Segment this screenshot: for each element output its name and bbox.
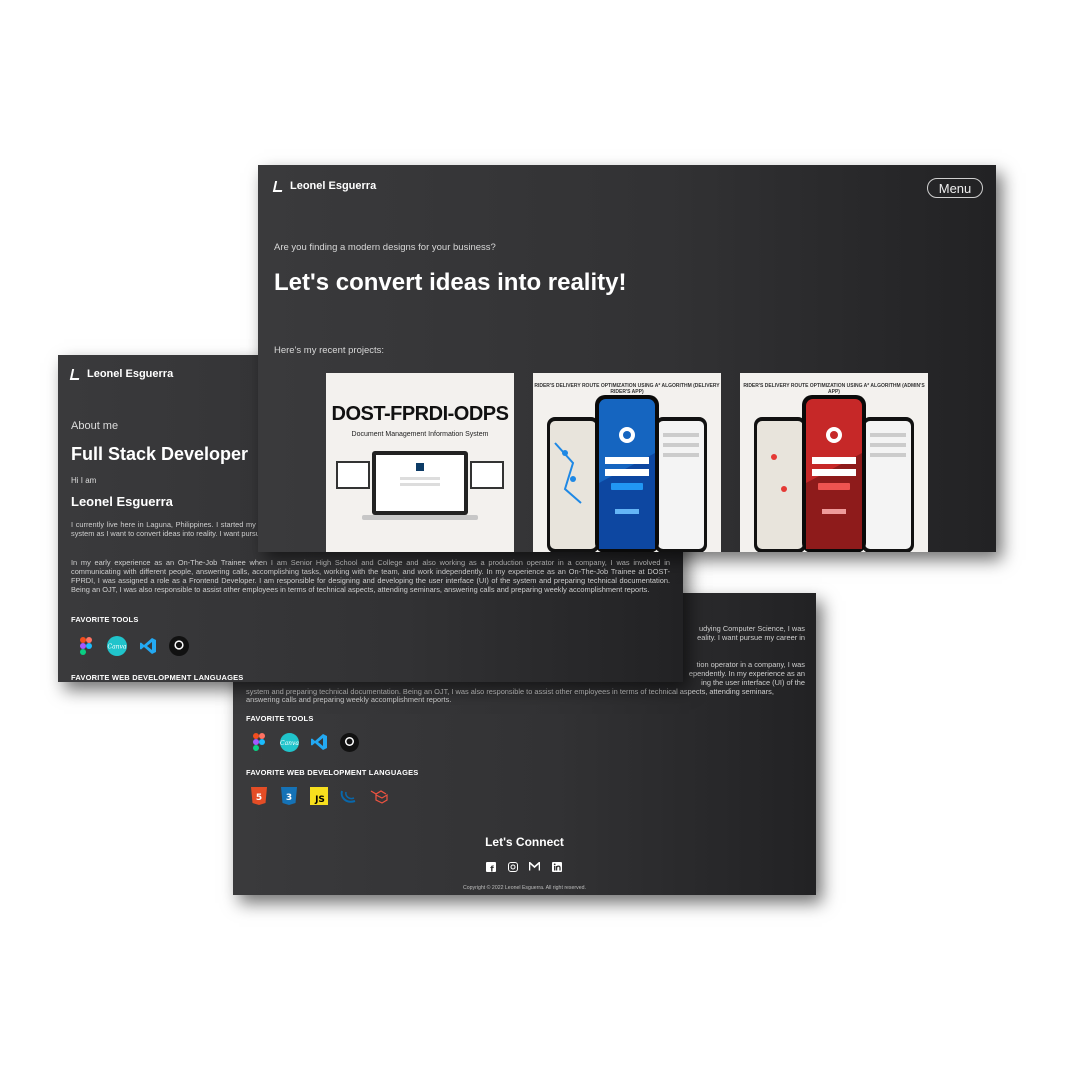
phone-mockup-illustration <box>547 395 707 552</box>
tools-icon-row: Canva <box>76 636 189 656</box>
greeting-text: Hi I am <box>71 476 97 485</box>
figma-icon <box>76 636 96 656</box>
figma-icon <box>249 732 269 752</box>
about-text-fragment: answering calls and preparing weekly acc… <box>246 695 452 704</box>
vscode-icon <box>309 732 329 752</box>
favorite-tools-heading: FAVORITE TOOLS <box>71 615 139 624</box>
projects-label: Here's my recent projects: <box>274 345 385 356</box>
lets-connect-heading: Let's Connect <box>485 835 564 849</box>
about-text-fragment: ing the user interface (UI) of the <box>701 678 805 687</box>
menu-button[interactable]: Menu <box>927 178 983 198</box>
svg-text:JS: JS <box>314 795 325 805</box>
languages-icon-row: 5 3 JS <box>249 786 389 806</box>
canva-icon: Canva <box>279 732 299 752</box>
laptop-mockup-illustration <box>336 451 504 520</box>
about-name: Leonel Esguerra <box>71 494 173 509</box>
about-text-fragment: tion operator in a company, I was <box>696 660 805 669</box>
favorite-languages-heading: FAVORITE WEB DEVELOPMENT LANGUAGES <box>71 673 244 682</box>
svg-text:f: f <box>490 864 494 872</box>
role-title: Full Stack Developer <box>71 444 249 464</box>
favorite-languages-heading: FAVORITE WEB DEVELOPMENT LANGUAGES <box>246 768 419 777</box>
brand-name: Leonel Esguerra <box>87 368 174 380</box>
canva-icon: Canva <box>107 636 127 656</box>
svg-text:3: 3 <box>286 793 292 803</box>
project-title: DOST-FPRDI-ODPS <box>331 403 509 425</box>
project-card[interactable]: RIDER'S DELIVERY ROUTE OPTIMIZATION USIN… <box>740 373 928 552</box>
svg-text:Canva: Canva <box>280 740 299 747</box>
logo-icon <box>272 180 285 192</box>
html5-icon: 5 <box>249 786 269 806</box>
facebook-icon[interactable]: f <box>485 861 496 872</box>
phone-mockup-illustration <box>754 395 914 552</box>
vscode-icon <box>138 636 158 656</box>
svg-text:5: 5 <box>256 793 262 803</box>
brand-logo[interactable]: Leonel Esguerra <box>272 180 377 192</box>
instagram-icon[interactable] <box>507 861 518 872</box>
home-page-panel: Leonel Esguerra Menu Are you finding a m… <box>258 165 996 552</box>
linkedin-icon[interactable] <box>551 861 562 872</box>
css3-icon: 3 <box>279 786 299 806</box>
laravel-icon <box>369 786 389 806</box>
about-text-fragment: eality. I want pursue my career in <box>697 633 805 642</box>
gmail-icon[interactable] <box>529 861 540 872</box>
hero-question: Are you finding a modern designs for you… <box>274 242 496 253</box>
github-icon <box>169 636 189 656</box>
svg-text:Canva: Canva <box>108 644 127 651</box>
github-icon <box>339 732 359 752</box>
brand-logo[interactable]: Leonel Esguerra <box>69 368 174 380</box>
social-icon-row: f <box>485 861 562 872</box>
brand-name: Leonel Esguerra <box>290 180 377 192</box>
about-text-fragment: udying Computer Science, I was <box>699 624 805 633</box>
javascript-icon: JS <box>309 786 329 806</box>
about-text-fragment: ependently. In my experience as an <box>688 669 805 678</box>
about-label: About me <box>71 420 119 432</box>
copyright-text: Copyright © 2022 Leonel Esguerra. All ri… <box>463 885 586 891</box>
hero-headline: Let's convert ideas into reality! <box>274 269 627 296</box>
favorite-tools-heading: FAVORITE TOOLS <box>246 714 314 723</box>
project-subtitle: Document Management Information System <box>351 431 489 438</box>
logo-icon <box>69 368 82 380</box>
about-paragraph-2: In my early experience as an On-The-Job … <box>71 558 670 594</box>
project-card[interactable]: RIDER'S DELIVERY ROUTE OPTIMIZATION USIN… <box>533 373 721 552</box>
jquery-icon <box>339 786 359 806</box>
project-card[interactable]: DOST-FPRDI-ODPS Document Management Info… <box>326 373 514 552</box>
tools-icon-row: Canva <box>249 732 359 752</box>
